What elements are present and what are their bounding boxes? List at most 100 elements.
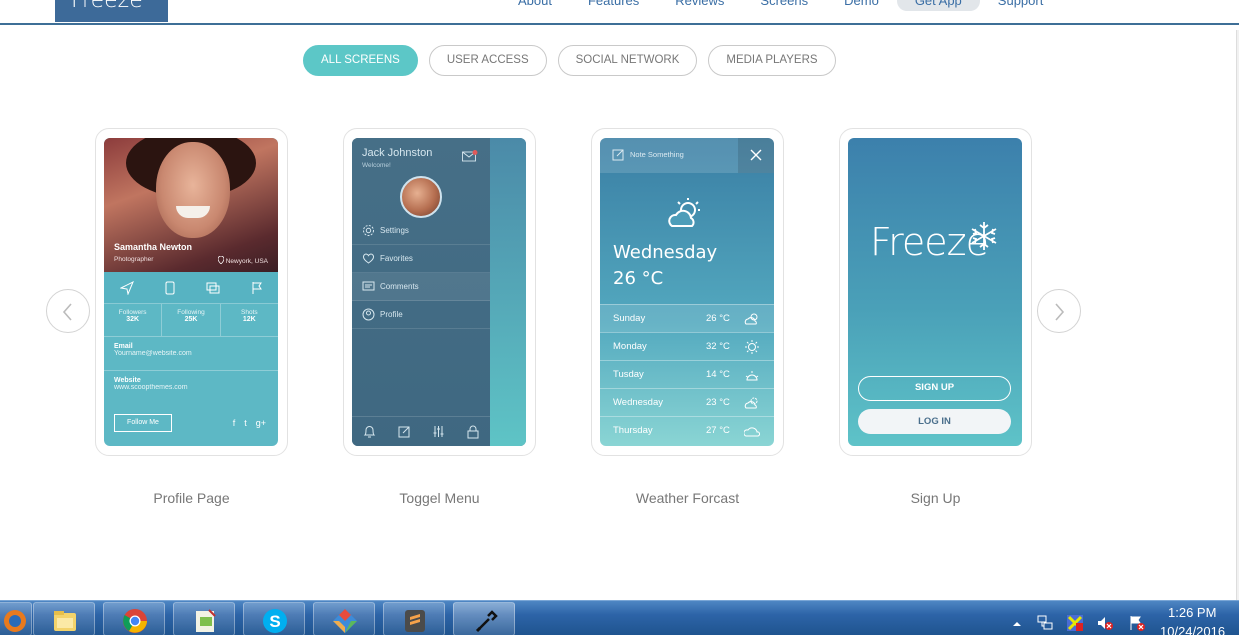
security-alert-icon[interactable] [1066, 614, 1084, 632]
weather-screen-preview: Note Something Wednesday 26 °C Sunday 26 … [600, 138, 774, 446]
weather-close-button [738, 138, 774, 173]
network-icon[interactable] [1036, 614, 1054, 632]
close-icon [750, 149, 762, 161]
weather-current-temp: 26 °C [613, 268, 664, 289]
site-logo-text: Freeze [71, 0, 143, 13]
follow-me-button: Follow Me [114, 414, 172, 432]
nav-get-app[interactable]: Get App [896, 0, 980, 11]
menu-item-profile: Profile [352, 301, 490, 329]
social-links: f t g+ [233, 418, 266, 428]
send-icon [119, 280, 134, 295]
sliders-icon [433, 426, 444, 437]
user-icon [362, 308, 375, 321]
skype-icon: S [263, 609, 287, 633]
stat-followers: Followers 32K [104, 304, 163, 336]
sun-half-icon [745, 371, 759, 381]
menu-user-name: Jack Johnston [362, 147, 433, 159]
screen-filter-tabs: ALL SCREENS USER ACCESS SOCIAL NETWORK M… [303, 45, 836, 76]
menu-welcome-text: Welcome! [362, 162, 391, 169]
filter-user-access[interactable]: USER ACCESS [428, 45, 547, 76]
nav-screens[interactable]: Screens [742, 0, 826, 11]
chevron-left-icon [62, 303, 72, 321]
profile-name: Samantha Newton [114, 242, 193, 252]
caption-toggle-menu: Toggel Menu [399, 490, 480, 506]
menu-screen-preview: Jack Johnston Welcome! Settings Favorite… [352, 138, 526, 446]
heart-icon [362, 253, 375, 264]
login-button-preview: LOG IN [858, 409, 1011, 434]
clock-date[interactable]: 10/24/2016 [1160, 624, 1225, 635]
main-nav: About Features Reviews Screens Demo Get … [500, 0, 1061, 11]
weather-current-day: Wednesday [613, 242, 718, 263]
volume-muted-icon[interactable] [1096, 614, 1114, 632]
menu-avatar [400, 176, 442, 218]
screen-card-signup[interactable]: Freeze SIGN UP LOG IN [839, 128, 1032, 456]
menu-bottom-bar [352, 416, 490, 446]
carousel-prev-button[interactable] [46, 289, 90, 333]
nav-support[interactable]: Support [980, 0, 1062, 11]
nav-demo[interactable]: Demo [826, 0, 897, 11]
top-navbar: Freeze About Features Reviews Screens De… [0, 0, 1239, 25]
caption-profile-page: Profile Page [153, 490, 230, 506]
twitter-icon: t [244, 418, 247, 428]
screen-card-toggle-menu[interactable]: Jack Johnston Welcome! Settings Favorite… [343, 128, 536, 456]
weather-note-text: Note Something [630, 150, 684, 159]
nav-about[interactable]: About [500, 0, 570, 11]
clock-time[interactable]: 1:26 PM [1168, 605, 1216, 620]
phone-icon [165, 281, 174, 294]
chevron-right-icon [1055, 303, 1065, 321]
profile-email-field: Email Yourname@website.com [104, 336, 278, 370]
menu-item-favorites: Favorites [352, 245, 490, 273]
profile-screen-preview: Samantha Newton Photographer Newyork, US… [104, 138, 278, 446]
profile-title: Photographer [114, 256, 154, 263]
screen-card-weather[interactable]: Note Something Wednesday 26 °C Sunday 26 … [591, 128, 784, 456]
firefox-icon [4, 610, 26, 632]
taskbar-sublime[interactable] [383, 602, 445, 635]
comment-icon [362, 281, 375, 291]
forecast-row: Wednesday 23 °C [600, 388, 774, 416]
screen-card-profile[interactable]: Samantha Newton Photographer Newyork, US… [95, 128, 288, 456]
taskbar-firefox[interactable] [0, 602, 32, 635]
filter-social-network[interactable]: SOCIAL NETWORK [557, 45, 698, 76]
bell-icon [363, 425, 376, 437]
signup-screen-preview: Freeze SIGN UP LOG IN [848, 138, 1022, 446]
signup-button-preview: SIGN UP [858, 376, 1011, 401]
profile-website-field: Website www.scoopthemes.com [104, 370, 278, 404]
stat-shots: Shots 12K [241, 309, 258, 323]
lock-icon [467, 425, 479, 438]
app-icon [333, 609, 357, 633]
snowflake-icon [971, 222, 997, 250]
gear-icon [363, 225, 374, 236]
filter-all-screens[interactable]: ALL SCREENS [303, 45, 418, 76]
taskbar-skype[interactable]: S [243, 602, 305, 635]
edit-icon [398, 426, 410, 438]
forecast-row: Thursday 27 °C [600, 416, 774, 444]
taskbar-explorer[interactable] [33, 602, 95, 635]
location-pin-icon [217, 255, 225, 265]
taskbar-notepad[interactable] [173, 602, 235, 635]
carousel-next-button[interactable] [1037, 289, 1081, 333]
taskbar-app[interactable] [313, 602, 375, 635]
facebook-icon: f [232, 418, 236, 428]
profile-stats: Followers 32K Following 25K Shots 12K [104, 304, 278, 336]
action-center-flag-icon[interactable] [1128, 614, 1146, 632]
tray-expand-icon[interactable] [1008, 614, 1026, 632]
nav-features[interactable]: Features [570, 0, 657, 11]
stat-following: Following 25K [162, 304, 221, 336]
taskbar-chrome[interactable] [103, 602, 165, 635]
caption-weather-forecast: Weather Forcast [635, 490, 740, 506]
folder-icon [54, 611, 76, 631]
forecast-row: Sunday 26 °C [600, 304, 774, 332]
taskbar-color-picker[interactable] [453, 602, 515, 635]
site-logo[interactable]: Freeze [55, 0, 168, 22]
menu-item-settings: Settings [352, 217, 490, 245]
note-edit-icon [612, 149, 624, 161]
chat-icon [206, 282, 219, 293]
nav-reviews[interactable]: Reviews [657, 0, 742, 11]
cloud-icon [744, 427, 760, 437]
eyedropper-icon [475, 610, 498, 633]
menu-content-strip [490, 138, 526, 446]
windows-taskbar: S [0, 600, 1239, 635]
notepad-icon [196, 609, 216, 632]
filter-media-players[interactable]: MEDIA PLAYERS [708, 45, 836, 76]
partly-cloudy-icon [668, 198, 700, 227]
